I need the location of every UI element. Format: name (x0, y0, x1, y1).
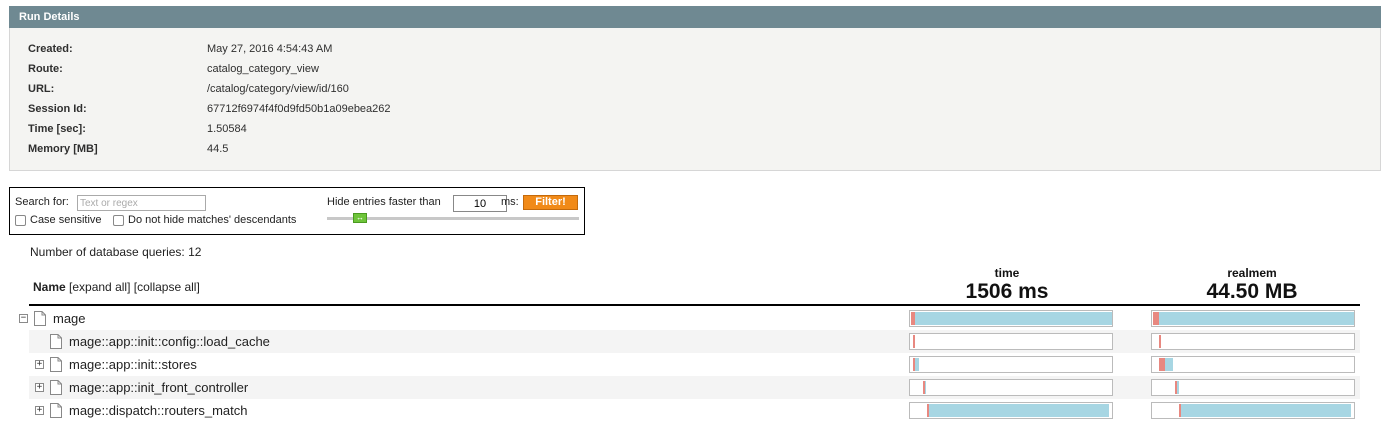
time-bar-own-marker (923, 381, 926, 394)
document-icon (50, 334, 62, 349)
mem-bar (1151, 379, 1355, 396)
descendants-label: Do not hide matches' descendants (128, 214, 297, 226)
hide-entries-label: Hide entries faster than (327, 196, 441, 208)
tree-row-label[interactable]: mage::dispatch::routers_match (69, 403, 247, 418)
memory-label: Memory [MB] (28, 143, 98, 155)
mem-bar-own-marker (1159, 358, 1166, 371)
tree-row[interactable]: mage::app::init::config::load_cache (29, 330, 1360, 353)
name-header-label: Name (33, 280, 66, 294)
time-value: 1.50584 (207, 123, 247, 135)
threshold-slider-handle[interactable]: ↔ (353, 213, 367, 223)
time-column-total: 1506 ms (965, 280, 1049, 303)
tree-row[interactable]: + mage::app::init::stores (29, 353, 1360, 376)
collapse-toggle-icon[interactable]: − (19, 314, 28, 323)
document-icon (50, 357, 62, 372)
document-icon (50, 403, 62, 418)
mem-bar-own-marker (1175, 381, 1178, 394)
time-label: Time [sec]: (28, 123, 86, 135)
created-value: May 27, 2016 4:54:43 AM (207, 43, 333, 55)
search-label: Search for: (15, 196, 69, 208)
tree-row[interactable]: + mage::dispatch::routers_match (29, 399, 1360, 422)
session-id-value: 67712f6974f4f0d9fd50b1a09ebea262 (207, 103, 391, 115)
time-column-title: time (994, 266, 1020, 280)
filter-panel: Search for: Case sensitive Do not hide m… (9, 187, 585, 235)
time-bar (909, 402, 1113, 419)
time-bar-own-marker (913, 358, 916, 371)
tree-row[interactable]: − mage (19, 307, 1360, 330)
mem-bar (1151, 310, 1355, 327)
search-input[interactable] (77, 195, 206, 211)
mem-bar-own-marker (1159, 335, 1162, 348)
db-queries-count: Number of database queries: 12 (30, 245, 202, 259)
mem-column-title: realmem (1227, 266, 1277, 280)
ms-threshold-input[interactable] (453, 195, 507, 212)
tree-row-label[interactable]: mage::app::init::config::load_cache (69, 334, 270, 349)
case-sensitive-checkbox[interactable] (15, 215, 26, 226)
run-details-header: Run Details (9, 6, 1381, 28)
document-icon (50, 380, 62, 395)
mem-column-total: 44.50 MB (1206, 280, 1298, 303)
case-sensitive-label: Case sensitive (30, 214, 102, 226)
mem-bar-own-marker (1179, 404, 1182, 417)
expand-toggle-icon[interactable]: + (35, 383, 44, 392)
tree-row-label[interactable]: mage::app::init::stores (69, 357, 197, 372)
url-label: URL: (28, 83, 55, 95)
time-bar (909, 356, 1113, 373)
expand-all-link[interactable]: [expand all] (69, 280, 130, 294)
mem-bar (1151, 333, 1355, 350)
expand-toggle-icon[interactable]: + (35, 360, 44, 369)
expand-toggle-icon[interactable]: + (35, 406, 44, 415)
time-bar-fill (911, 312, 1112, 325)
document-icon (34, 311, 46, 326)
tree-row[interactable]: + mage::app::init_front_controller (29, 376, 1360, 399)
name-column-header: Name [expand all] [collapse all] (33, 280, 200, 294)
mem-bar (1151, 356, 1355, 373)
time-bar (909, 333, 1113, 350)
mem-bar-fill (1179, 404, 1351, 417)
time-bar (909, 379, 1113, 396)
collapse-all-link[interactable]: [collapse all] (134, 280, 200, 294)
mem-bar-own-marker (1153, 312, 1160, 325)
time-bar-own-marker (911, 312, 916, 325)
url-value: /catalog/category/view/id/160 (207, 83, 349, 95)
time-bar (909, 310, 1113, 327)
time-bar-own-marker (927, 404, 930, 417)
time-bar-fill (927, 404, 1109, 417)
header-divider (29, 304, 1360, 306)
memory-value: 44.5 (207, 143, 229, 155)
mem-bar-fill (1153, 312, 1354, 325)
descendants-checkbox[interactable] (113, 215, 124, 226)
route-label: Route: (28, 63, 63, 75)
run-details-panel: Created: May 27, 2016 4:54:43 AM Route: … (9, 28, 1381, 171)
mem-bar (1151, 402, 1355, 419)
tree-row-label[interactable]: mage (53, 311, 86, 326)
filter-button[interactable]: Filter! (523, 195, 578, 210)
ms-label: ms: (501, 196, 519, 208)
tree-row-label[interactable]: mage::app::init_front_controller (69, 380, 248, 395)
route-value: catalog_category_view (207, 63, 319, 75)
created-label: Created: (28, 43, 73, 55)
session-id-label: Session Id: (28, 103, 87, 115)
time-bar-own-marker (913, 335, 916, 348)
